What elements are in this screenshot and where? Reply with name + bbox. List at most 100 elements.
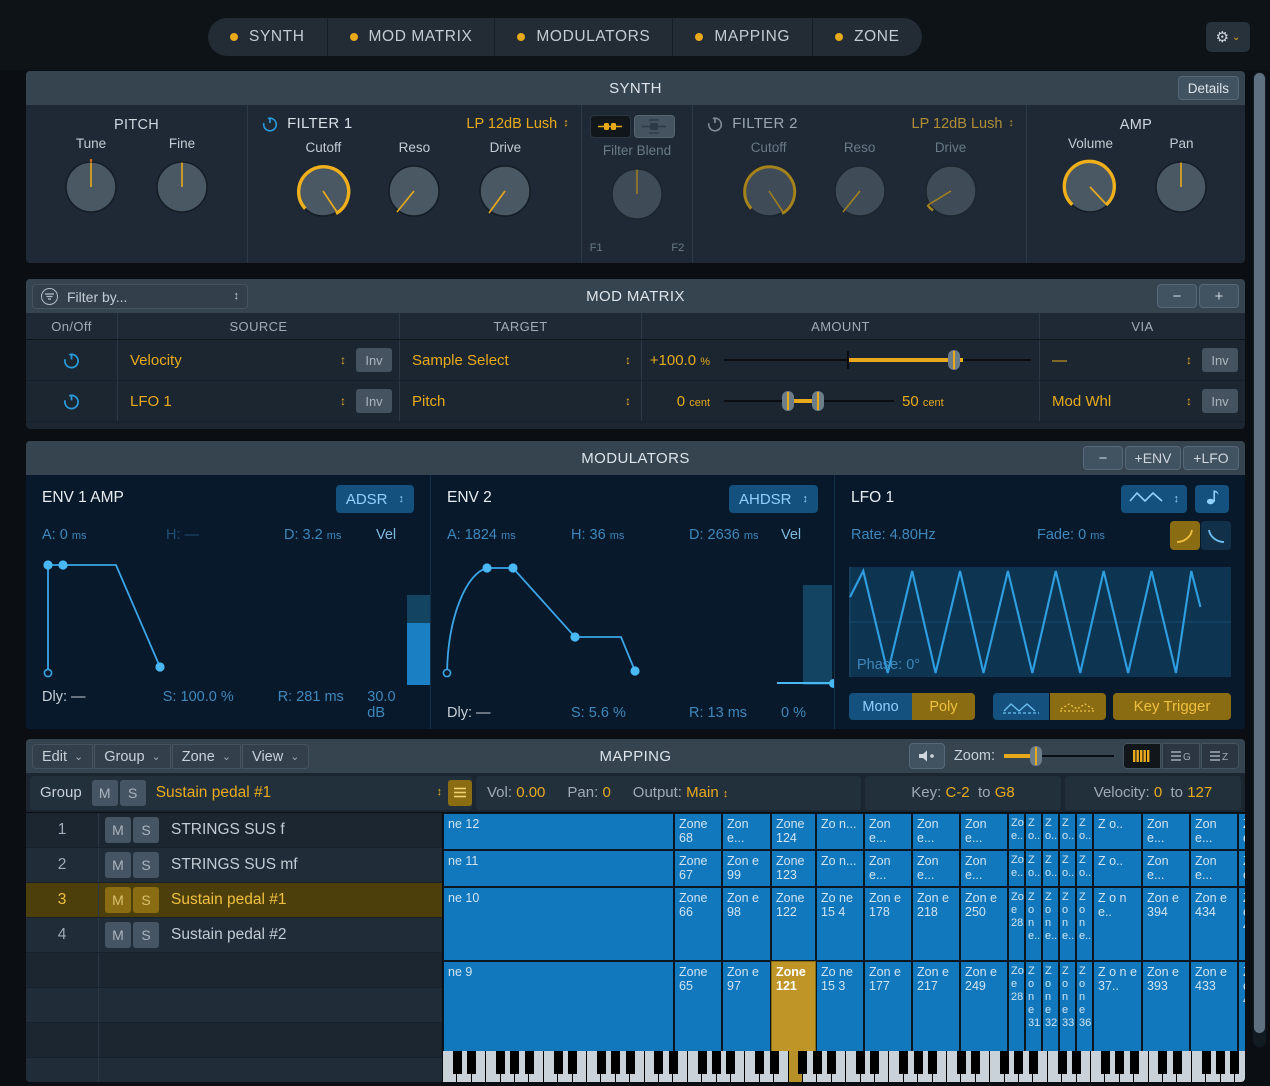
piano-black-key[interactable]: [698, 1051, 707, 1074]
zone-cell[interactable]: Zon e...: [1008, 850, 1025, 887]
menu-edit[interactable]: Edit⌄: [32, 744, 93, 769]
zone-cell[interactable]: Zon e 99: [722, 850, 771, 887]
fade-out-icon-button[interactable]: [1201, 521, 1231, 550]
knob-f2-drive-dial[interactable]: [920, 160, 982, 222]
knob-fine[interactable]: Fine: [137, 136, 228, 218]
env1-mode-select[interactable]: ADSR ↕: [336, 485, 414, 513]
lfo1-wave-select[interactable]: ↕: [1121, 485, 1188, 513]
group-velocity-range-cell[interactable]: Velocity: 0 to 127: [1065, 776, 1241, 810]
zone-cell[interactable]: Zon e 282: [1008, 887, 1025, 961]
row-amount-slider[interactable]: 0 cent 50 cent: [642, 381, 1040, 421]
zone-cell[interactable]: Zone 123: [771, 850, 816, 887]
group-row-empty[interactable]: [26, 1058, 442, 1083]
knob-tune[interactable]: Tune: [46, 136, 137, 218]
zone-cell[interactable]: Zon e 250: [960, 887, 1008, 961]
group-row-solo-button[interactable]: S: [133, 852, 159, 878]
group-row-mute-button[interactable]: M: [105, 922, 131, 948]
env2-velocity-slider[interactable]: [803, 585, 832, 685]
group-row[interactable]: 4MSSustain pedal #2: [26, 918, 442, 953]
group-row-solo-button[interactable]: S: [133, 817, 159, 843]
row-source-invert-button[interactable]: Inv: [356, 348, 392, 372]
knob-f1-reso[interactable]: Reso: [369, 140, 460, 222]
zone-cell[interactable]: Zon e 394: [1142, 887, 1190, 961]
lfo1-poly-button[interactable]: Poly: [912, 693, 975, 720]
knob-f1-cutoff-dial[interactable]: [292, 160, 354, 222]
settings-gear-button[interactable]: ⚙ ⌄: [1206, 22, 1250, 52]
group-volume-value[interactable]: Vol: 0.00: [476, 784, 556, 801]
piano-black-key[interactable]: [1029, 1051, 1038, 1074]
row-via-select[interactable]: — ↕ Inv: [1040, 340, 1245, 380]
piano-black-key[interactable]: [798, 1051, 807, 1074]
amount-slider-track[interactable]: [724, 389, 894, 413]
piano-black-key[interactable]: [654, 1051, 663, 1074]
piano-black-key[interactable]: [856, 1051, 865, 1074]
menu-group[interactable]: Group⌄: [94, 744, 171, 769]
group-row[interactable]: 1MSSTRINGS SUS f: [26, 813, 442, 848]
piano-black-key[interactable]: [755, 1051, 764, 1074]
group-pan-value[interactable]: Pan: 0: [556, 784, 621, 801]
row-via-invert-button[interactable]: Inv: [1202, 389, 1238, 413]
piano-black-key[interactable]: [467, 1051, 476, 1074]
knob-fine-dial[interactable]: [151, 156, 213, 218]
routing-parallel-button[interactable]: [634, 115, 675, 138]
zone-cell[interactable]: Zon e...: [1008, 813, 1025, 850]
zone-cell[interactable]: Zo n...: [816, 850, 864, 887]
knob-f1-drive-dial[interactable]: [474, 160, 536, 222]
scrollbar-thumb[interactable]: [1254, 73, 1265, 1033]
zone-cell[interactable]: Z o..: [1025, 813, 1042, 850]
filter-by-select[interactable]: Filter by... ↕: [32, 284, 248, 309]
fade-in-icon-button[interactable]: [1170, 521, 1200, 550]
knob-f2-cutoff[interactable]: Cutoff: [723, 140, 814, 222]
row-via-select[interactable]: Mod Whl ↕ Inv: [1040, 381, 1245, 421]
row-source-select[interactable]: LFO 1 ↕ Inv: [118, 381, 400, 421]
row-target-select[interactable]: Pitch ↕: [400, 381, 642, 421]
knob-pan-dial[interactable]: [1150, 156, 1212, 218]
view-group-list-button[interactable]: G: [1162, 743, 1200, 769]
zone-cell[interactable]: Z o n e..: [1093, 887, 1142, 961]
zone-cell[interactable]: Zone 124: [771, 813, 816, 850]
group-mute-button[interactable]: M: [92, 780, 118, 806]
tab-synth[interactable]: SYNTH: [208, 18, 328, 56]
routing-series-button[interactable]: [590, 115, 631, 138]
zone-cell[interactable]: Z o..: [1076, 850, 1093, 887]
zone-cell[interactable]: Z o n e..: [1076, 887, 1093, 961]
piano-black-key[interactable]: [1000, 1051, 1009, 1074]
filter2-power-icon[interactable]: [707, 116, 723, 132]
piano-black-key[interactable]: [1173, 1051, 1182, 1074]
tab-mapping[interactable]: MAPPING: [673, 18, 813, 56]
zone-cell[interactable]: ne 12: [443, 813, 674, 850]
knob-f1-cutoff[interactable]: Cutoff: [278, 140, 369, 222]
knob-filter-blend[interactable]: Filter Blend: [591, 143, 682, 225]
details-button[interactable]: Details: [1178, 76, 1239, 100]
zone-cell[interactable]: Zon e...: [912, 850, 960, 887]
group-row-empty[interactable]: [26, 1023, 442, 1058]
knob-f2-drive[interactable]: Drive: [905, 140, 996, 222]
zone-cell[interactable]: Zon e 434: [1190, 887, 1238, 961]
remove-row-button[interactable]: −: [1157, 284, 1197, 308]
menu-view[interactable]: View⌄: [242, 744, 309, 769]
zone-cell[interactable]: Z o..: [1025, 850, 1042, 887]
group-row[interactable]: 2MSSTRINGS SUS mf: [26, 848, 442, 883]
knob-f1-reso-dial[interactable]: [383, 160, 445, 222]
zone-cell[interactable]: Zon e 466: [1238, 887, 1245, 961]
zone-cell[interactable]: Zon e...: [1238, 813, 1245, 850]
piano-black-key[interactable]: [914, 1051, 923, 1074]
zone-cell[interactable]: Zon e 98: [722, 887, 771, 961]
lfo1-waveform-display[interactable]: Phase: 0°: [849, 567, 1231, 677]
tab-mod-matrix[interactable]: MOD MATRIX: [328, 18, 496, 56]
zone-cell[interactable]: Zon e 178: [864, 887, 912, 961]
lfo1-mono-button[interactable]: Mono: [849, 693, 912, 720]
group-row-solo-button[interactable]: S: [133, 887, 159, 913]
group-row-mute-button[interactable]: M: [105, 887, 131, 913]
piano-black-key[interactable]: [957, 1051, 966, 1074]
piano-black-key[interactable]: [1014, 1051, 1023, 1074]
view-zone-list-button[interactable]: Z: [1201, 743, 1239, 769]
group-row-empty[interactable]: [26, 988, 442, 1023]
piano-black-key[interactable]: [971, 1051, 980, 1074]
group-row-mute-button[interactable]: M: [105, 852, 131, 878]
piano-black-key[interactable]: [813, 1051, 822, 1074]
zone-cell[interactable]: Zon e...: [912, 813, 960, 850]
piano-black-key[interactable]: [899, 1051, 908, 1074]
piano-black-key[interactable]: [496, 1051, 505, 1074]
group-row-solo-button[interactable]: S: [133, 922, 159, 948]
